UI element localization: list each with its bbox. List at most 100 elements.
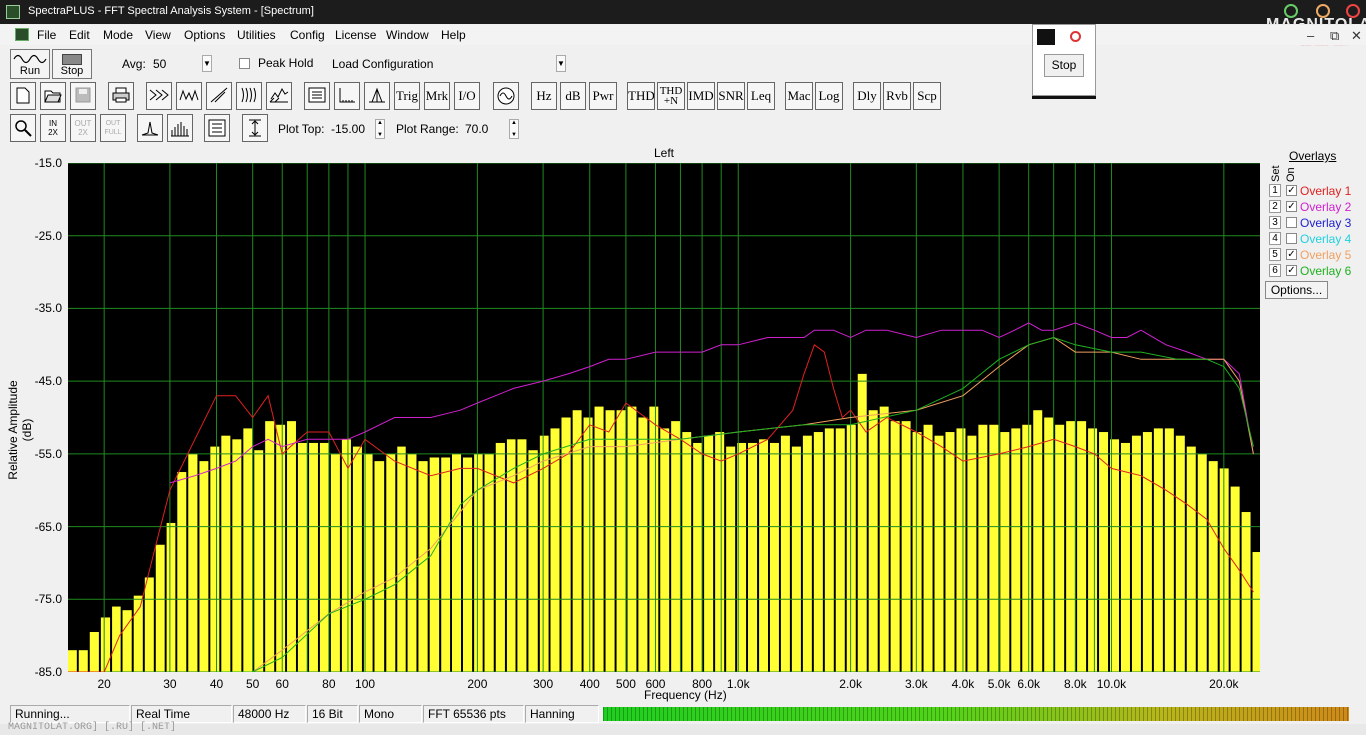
menu-view[interactable]: View — [145, 28, 171, 42]
app-icon — [6, 5, 20, 19]
zoom-full-button[interactable]: OUT FULL — [100, 114, 126, 142]
overlay-name: Overlay 2 — [1300, 200, 1352, 214]
printer-icon — [112, 87, 130, 103]
plot-top-value[interactable]: -15.00 — [331, 122, 365, 136]
overlay-on-checkbox[interactable]: ✓ — [1286, 249, 1297, 260]
plot-top-spinner[interactable] — [375, 119, 385, 139]
overlays-header[interactable]: Overlays — [1289, 149, 1336, 163]
imd-button[interactable]: IMD — [687, 82, 715, 110]
zoom-out-2x-button[interactable]: OUT 2X — [70, 114, 96, 142]
mdi-restore-button[interactable]: ⧉ — [1330, 28, 1339, 44]
rvb-button[interactable]: Rvb — [883, 82, 911, 110]
overlay-options-button[interactable]: Options... — [1265, 281, 1328, 299]
overlay-on-checkbox[interactable]: ✓ — [1286, 265, 1297, 276]
db-button[interactable]: dB — [560, 82, 586, 110]
peak-hold-checkbox[interactable] — [239, 58, 250, 69]
document-icon[interactable] — [15, 28, 29, 41]
popup-stop-button[interactable]: Stop — [1044, 54, 1084, 77]
menu-config[interactable]: Config — [290, 28, 325, 42]
overlay-set-button[interactable]: 2 — [1269, 200, 1281, 213]
plot-range-value[interactable]: 70.0 — [465, 122, 488, 136]
popup-close-icon[interactable] — [1070, 31, 1081, 42]
overlay-set-button[interactable]: 1 — [1269, 184, 1281, 197]
avg-value[interactable]: 50 — [153, 57, 166, 71]
spectrum-mode-button[interactable] — [176, 82, 202, 110]
filter-button[interactable] — [364, 82, 390, 110]
list-view-button[interactable] — [204, 114, 230, 142]
scp-button[interactable]: Scp — [913, 82, 941, 110]
run-button[interactable]: Run — [10, 49, 50, 79]
spectrogram-icon — [241, 87, 256, 103]
menu-help[interactable]: Help — [441, 28, 466, 42]
overlay-set-button[interactable]: 4 — [1269, 232, 1281, 245]
zoom-button[interactable] — [10, 114, 36, 142]
vertical-scale-button[interactable] — [242, 114, 268, 142]
overlay-name: Overlay 5 — [1300, 248, 1352, 262]
snr-button[interactable]: SNR — [717, 82, 745, 110]
overlay-set-button[interactable]: 5 — [1269, 248, 1281, 261]
save-button[interactable] — [70, 82, 96, 110]
overlay-on-checkbox[interactable]: ✓ — [1286, 201, 1297, 212]
spectrum-bar — [780, 435, 790, 672]
y-tick-label: -45.0 — [34, 374, 62, 389]
overlay-name: Overlay 4 — [1300, 232, 1352, 246]
zoom-in-2x-button[interactable]: IN 2X — [40, 114, 66, 142]
spectrum-bar — [429, 457, 440, 672]
mdi-minimize-button[interactable]: – — [1307, 28, 1314, 43]
spectrum-bar — [901, 421, 911, 672]
plot-range-label: Plot Range: — [396, 122, 459, 136]
mdi-close-button[interactable]: ✕ — [1351, 28, 1362, 44]
overlay-on-checkbox[interactable] — [1286, 233, 1297, 244]
fast-forward-button[interactable] — [146, 82, 172, 110]
avg-dropdown-arrow[interactable]: ▼ — [202, 55, 212, 72]
overlay-set-button[interactable]: 3 — [1269, 216, 1281, 229]
overlay-on-checkbox[interactable] — [1286, 217, 1297, 228]
io-button[interactable]: I/O — [454, 82, 480, 110]
fast-forward-icon — [149, 89, 169, 101]
new-file-button[interactable] — [10, 82, 36, 110]
spectrum-bar — [374, 461, 385, 672]
log-button[interactable]: Log — [815, 82, 843, 110]
menu-file[interactable]: File — [37, 28, 56, 42]
pwr-button[interactable]: Pwr — [589, 82, 617, 110]
menu-mode[interactable]: Mode — [103, 28, 133, 42]
3d-surface-button[interactable] — [266, 82, 292, 110]
generator-button[interactable] — [493, 82, 519, 110]
thdn-button[interactable]: THD +N — [657, 82, 685, 110]
menu-license[interactable]: License — [335, 28, 376, 42]
menu-edit[interactable]: Edit — [69, 28, 90, 42]
line-graph-button[interactable] — [137, 114, 163, 142]
thd-button[interactable]: THD — [627, 82, 655, 110]
spectrum-bar — [846, 424, 856, 672]
mac-button[interactable]: Mac — [785, 82, 813, 110]
menu-options[interactable]: Options — [184, 28, 225, 42]
trig-button[interactable]: Trig — [394, 82, 420, 110]
spectrum-bar — [857, 373, 867, 672]
menu-utilities[interactable]: Utilities — [237, 28, 276, 42]
open-file-button[interactable] — [40, 82, 66, 110]
print-button[interactable] — [108, 82, 134, 110]
spectrum-plot[interactable] — [68, 163, 1260, 672]
load-configuration-select[interactable]: Load Configuration — [332, 57, 433, 71]
spectrogram-button[interactable] — [236, 82, 262, 110]
load-config-dropdown-arrow[interactable]: ▼ — [556, 55, 566, 72]
spectrum-bar — [1252, 552, 1260, 672]
leq-button[interactable]: Leq — [747, 82, 775, 110]
plot-range-spinner[interactable] — [509, 119, 519, 139]
dly-button[interactable]: Dly — [853, 82, 881, 110]
stop-button[interactable]: Stop — [52, 49, 92, 79]
axis-button[interactable] — [334, 82, 360, 110]
menu-window[interactable]: Window — [386, 28, 429, 42]
mrk-button[interactable]: Mrk — [424, 82, 450, 110]
status-fft-size: FFT 65536 pts — [423, 705, 524, 723]
overlay-set-button[interactable]: 6 — [1269, 264, 1281, 277]
spectrum-bar — [759, 439, 768, 672]
magnifier-icon — [15, 120, 32, 137]
x-tick-label: 200 — [467, 677, 488, 691]
bar-graph-button[interactable] — [167, 114, 193, 142]
spectrum-bar — [890, 421, 900, 672]
phase-button[interactable] — [206, 82, 232, 110]
overlay-on-checkbox[interactable]: ✓ — [1286, 185, 1297, 196]
properties-button[interactable] — [304, 82, 330, 110]
hz-button[interactable]: Hz — [531, 82, 557, 110]
